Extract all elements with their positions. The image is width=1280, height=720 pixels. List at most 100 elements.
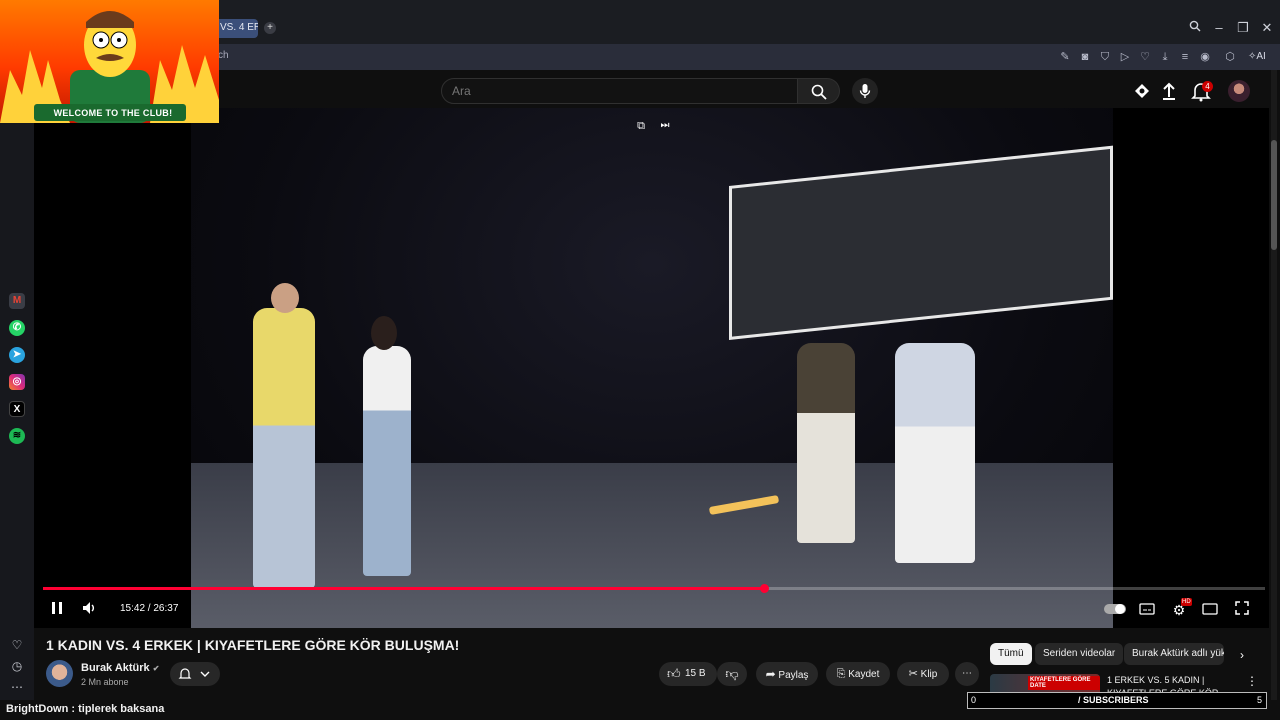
- thumbnail-label: KIYAFETLERE GÖRE DATE: [1028, 676, 1100, 690]
- ai-button[interactable]: ✧AI: [1248, 48, 1276, 66]
- channel-name-text: Burak Aktürk: [81, 662, 150, 674]
- notification-count-badge: 4: [1202, 81, 1213, 92]
- save-label: Kaydet: [848, 669, 880, 680]
- progress-scrubber[interactable]: [759, 584, 769, 593]
- camera-icon[interactable]: ◙: [1077, 49, 1093, 65]
- clip-button[interactable]: ✂ Klip: [897, 662, 949, 686]
- time-display: 15:42 / 26:37: [120, 603, 179, 614]
- miniplayer-icon[interactable]: ⧉: [633, 120, 649, 136]
- menu-icon[interactable]: ≡: [1177, 49, 1193, 65]
- play-icon[interactable]: ▷: [1117, 49, 1133, 65]
- bookmark-icon: ⎘: [836, 668, 846, 680]
- like-count: 15 B: [685, 668, 706, 679]
- x-icon[interactable]: X: [9, 401, 25, 417]
- thumbs-up-icon: 👍︎: [667, 666, 681, 681]
- share-icon: ➦: [765, 667, 776, 681]
- person-figure: [253, 308, 315, 588]
- like-button[interactable]: 👍︎ 15 B: [659, 662, 717, 686]
- chip-series-videos[interactable]: Seriden videolar: [1035, 643, 1124, 665]
- quality-badge: HD: [1181, 598, 1192, 606]
- scissors-icon: ✂: [908, 668, 918, 680]
- subtitles-icon: [1139, 603, 1155, 615]
- download-icon[interactable]: ⤓: [1157, 49, 1173, 65]
- fullscreen-icon: [1235, 601, 1249, 615]
- more-actions-button[interactable]: ⋯: [955, 662, 979, 686]
- save-button[interactable]: ⎘ Kaydet: [826, 662, 890, 686]
- goal-max: 5: [1257, 695, 1263, 705]
- bell-icon: [178, 668, 192, 679]
- minimize-icon[interactable]: –: [1211, 20, 1227, 36]
- kebab-menu-icon[interactable]: ⋮: [1246, 674, 1258, 688]
- person-figure: [363, 346, 411, 576]
- heart-icon[interactable]: ♡: [9, 637, 25, 653]
- heart-icon[interactable]: ♡: [1137, 49, 1153, 65]
- subscribe-bell-button[interactable]: [170, 662, 220, 686]
- more-icon[interactable]: ⋯: [9, 679, 25, 695]
- gmail-icon[interactable]: M: [9, 293, 25, 309]
- settings-button[interactable]: ⚙ HD: [1170, 598, 1192, 619]
- cartoon-character-icon: [0, 11, 219, 123]
- ticker-text: BrightDown : tiplerek baksana: [6, 703, 165, 715]
- verified-icon: ✔: [152, 664, 160, 673]
- history-icon[interactable]: ◷: [9, 658, 25, 674]
- pause-button[interactable]: [48, 601, 66, 619]
- chat-ticker: BrightDown : tiplerek baksana: [6, 703, 164, 715]
- profile-icon[interactable]: ◉: [1197, 49, 1213, 65]
- thumbs-down-icon: 👎︎: [725, 666, 739, 681]
- fullscreen-button[interactable]: [1233, 601, 1251, 619]
- channel-avatar[interactable]: [46, 660, 73, 687]
- search-icon: [811, 84, 827, 100]
- chip-channel-uploads[interactable]: Burak Aktürk adlı yük: [1124, 643, 1224, 665]
- volume-button[interactable]: [81, 601, 99, 619]
- close-icon[interactable]: ✕: [1259, 20, 1275, 36]
- volume-icon: [83, 602, 94, 614]
- goal-label: / SUBSCRIBERS: [1078, 695, 1149, 705]
- upload-icon[interactable]: [1158, 80, 1180, 102]
- whatsapp-icon[interactable]: ✆: [9, 320, 25, 336]
- progress-fill: [43, 587, 764, 590]
- edit-icon[interactable]: ✎: [1057, 49, 1073, 65]
- url-text[interactable]: ch: [218, 50, 229, 61]
- chip-all[interactable]: Tümü: [990, 643, 1032, 665]
- extensions-icon[interactable]: ⬡: [1222, 49, 1238, 65]
- voice-search-button[interactable]: [852, 78, 878, 104]
- ai-label: AI: [1256, 51, 1266, 62]
- subscriber-goal-widget: 0 / SUBSCRIBERS 5: [967, 692, 1267, 709]
- scrollbar-thumb[interactable]: [1271, 140, 1277, 250]
- chevron-down-icon: [200, 671, 210, 677]
- video-frame[interactable]: [191, 108, 1113, 628]
- microphone-icon: [859, 84, 871, 98]
- skip-icon[interactable]: ⏭: [657, 120, 673, 136]
- chevron-right-icon[interactable]: ›: [1235, 648, 1249, 662]
- person-head: [371, 316, 397, 350]
- search-icon[interactable]: [1187, 20, 1203, 36]
- share-button[interactable]: ➦ Paylaş: [756, 662, 818, 686]
- subtitles-button[interactable]: [1138, 601, 1156, 619]
- overlay-caption: WELCOME TO THE CLUB!: [53, 108, 173, 118]
- spotify-icon[interactable]: ≋: [9, 428, 25, 444]
- telegram-icon[interactable]: ➤: [9, 347, 25, 363]
- search-input[interactable]: [441, 78, 798, 104]
- theater-icon: [1202, 603, 1218, 615]
- create-icon[interactable]: [1131, 80, 1153, 102]
- person-head: [271, 283, 299, 313]
- shield-icon[interactable]: ⛉: [1097, 49, 1113, 65]
- instagram-icon[interactable]: ◎: [9, 374, 25, 390]
- clip-label: Klip: [920, 669, 938, 680]
- channel-name[interactable]: Burak Aktürk ✔: [81, 662, 159, 674]
- stream-overlay-image: [0, 0, 219, 123]
- pause-icon: [52, 602, 62, 614]
- theater-mode-button[interactable]: [1201, 601, 1219, 619]
- projection-screen: [729, 145, 1113, 340]
- account-avatar[interactable]: [1228, 80, 1250, 102]
- toggle-icon: [1104, 604, 1126, 614]
- share-label: Paylaş: [778, 670, 809, 681]
- browser-tab[interactable]: VS. 4 ERK: [214, 19, 258, 38]
- autoplay-toggle[interactable]: [1104, 601, 1126, 619]
- dislike-button[interactable]: 👎︎: [717, 662, 747, 686]
- restore-icon[interactable]: ❐: [1235, 20, 1251, 36]
- new-tab-button[interactable]: +: [264, 22, 276, 34]
- video-title: 1 KADIN VS. 4 ERKEK | KIYAFETLERE GÖRE K…: [46, 637, 460, 653]
- search-button[interactable]: [798, 78, 840, 104]
- subscriber-count: 2 Mn abone: [81, 677, 129, 687]
